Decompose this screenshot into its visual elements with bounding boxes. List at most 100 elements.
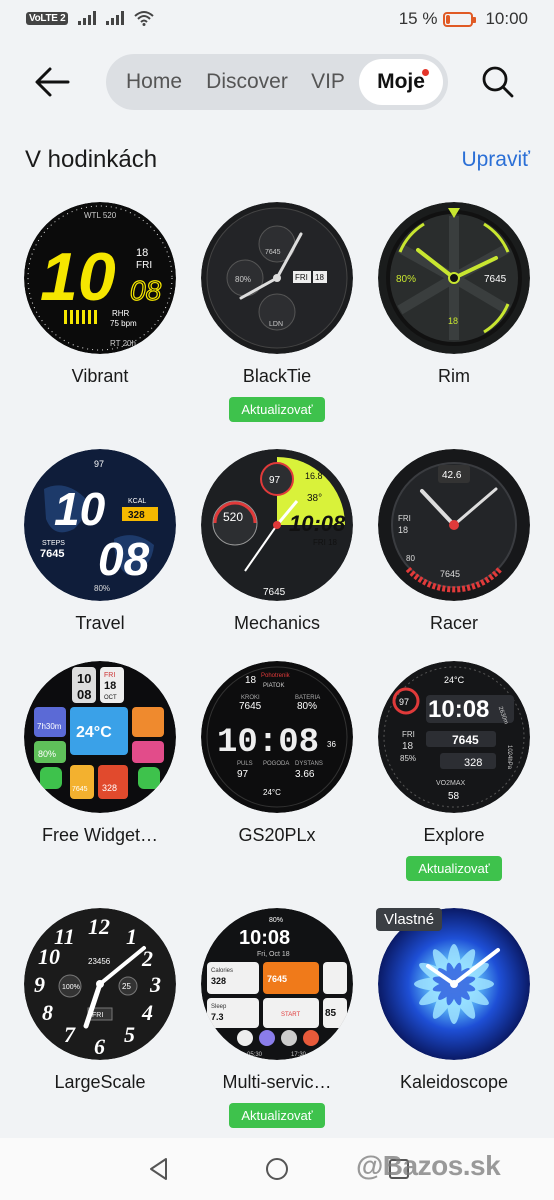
watermark: @Bazos.sk <box>356 1150 501 1181</box>
svg-text:7645: 7645 <box>484 274 507 285</box>
svg-text:328: 328 <box>102 783 117 793</box>
svg-text:STEPS: STEPS <box>42 540 65 547</box>
svg-text:7645: 7645 <box>72 786 88 793</box>
svg-text:08: 08 <box>98 533 150 585</box>
svg-text:FRI: FRI <box>398 514 411 523</box>
watchface-preview[interactable]: 80% 10:08 Fri, Oct 18 Calories 328 7645 … <box>201 908 353 1060</box>
svg-text:7645: 7645 <box>239 701 262 712</box>
triangle-back-icon[interactable] <box>146 1156 172 1182</box>
svg-text:Fri, Oct 18: Fri, Oct 18 <box>257 951 290 958</box>
weekday-text: FRI <box>136 260 152 271</box>
watchface-preview[interactable]: 97 16.8 38° 10:08 FRI 18 520 7645 <box>201 449 353 601</box>
watchface-card-free-widget[interactable]: 10 08 FRI 18 OCT 7h30m 24°C 80% 328 7645… <box>10 661 190 846</box>
svg-text:FRI: FRI <box>92 1012 103 1019</box>
watchface-card-racer[interactable]: 42.6 FRI 18 7645 80 Racer <box>364 449 544 634</box>
svg-text:7.3: 7.3 <box>211 1012 224 1022</box>
watchface-preview[interactable]: 18 Pohotrenik PIATOK KROKI 7645 BATERIA … <box>201 661 353 813</box>
svg-text:24°C: 24°C <box>76 724 112 741</box>
svg-text:7h30m: 7h30m <box>37 722 62 731</box>
update-button[interactable]: Aktualizovať <box>406 856 502 881</box>
svg-text:PIATOK: PIATOK <box>263 683 284 689</box>
svg-text:10:08: 10:08 <box>428 696 489 723</box>
tab-moje[interactable]: Moje <box>359 59 443 105</box>
distance-label: WTL 520 <box>84 211 117 220</box>
svg-text:3.66: 3.66 <box>295 769 315 780</box>
svg-text:10: 10 <box>54 483 106 535</box>
watchface-card-rim[interactable]: 80% 7645 18 Rim <box>364 202 544 387</box>
watchface-preview[interactable]: 7645 80% LDN FRI 18 <box>201 202 353 354</box>
svg-text:80%: 80% <box>94 584 110 593</box>
edit-button[interactable]: Upraviť <box>461 148 530 172</box>
svg-text:12: 12 <box>88 914 110 939</box>
watchface-card-explore[interactable]: 24°C 97 10:08 FRI 18 7645 85% 328 VO2MAX… <box>364 661 544 881</box>
search-icon[interactable] <box>478 62 518 102</box>
svg-text:OCT: OCT <box>104 695 117 701</box>
day-text: 18 <box>136 247 148 259</box>
watchface-preview[interactable]: 12 1 2 3 4 5 6 7 8 9 10 11 23456 100% 25 FRI <box>24 908 176 1060</box>
volte-indicator: VoLTE 2 <box>26 11 69 25</box>
watchface-preview[interactable]: 80% 7645 18 <box>378 202 530 354</box>
svg-text:18: 18 <box>245 675 257 686</box>
svg-text:1: 1 <box>126 924 137 949</box>
watchface-preview[interactable]: WTL 520 10 18 FRI 08 RHR 75 bpm RT 20h <box>24 202 176 354</box>
svg-text:Sleep: Sleep <box>211 1004 227 1010</box>
svg-text:97: 97 <box>399 697 409 707</box>
svg-text:10: 10 <box>77 671 91 686</box>
circle-home-icon[interactable] <box>264 1156 290 1182</box>
svg-text:16.8: 16.8 <box>305 471 323 481</box>
tab-vip[interactable]: VIP <box>297 59 359 105</box>
svg-text:POGODA: POGODA <box>263 761 289 767</box>
svg-text:80%: 80% <box>269 917 283 924</box>
svg-text:18: 18 <box>104 680 116 692</box>
watchface-preview[interactable]: 10 08 FRI 18 OCT 7h30m 24°C 80% 328 7645 <box>24 661 176 813</box>
watchface-card-gs20plx[interactable]: 18 Pohotrenik PIATOK KROKI 7645 BATERIA … <box>187 661 367 846</box>
watchface-card-largescale[interactable]: 12 1 2 3 4 5 6 7 8 9 10 11 23456 100% 25 FRI LargeS… <box>10 908 190 1093</box>
watchface-preview[interactable]: 24°C 97 10:08 FRI 18 7645 85% 328 VO2MAX… <box>378 661 530 813</box>
svg-text:38°: 38° <box>307 493 322 504</box>
wifi-icon <box>134 11 155 26</box>
watchface-name: Kaleidoscope <box>399 1072 509 1092</box>
svg-text:9: 9 <box>34 972 45 997</box>
watchface-name: Multi-servic… <box>222 1072 332 1092</box>
tab-discover[interactable]: Discover <box>197 59 297 105</box>
svg-text:11: 11 <box>54 924 75 949</box>
watchface-name: Racer <box>429 613 478 633</box>
watchface-card-blacktie[interactable]: 7645 80% LDN FRI 18 BlackTie Aktualizova… <box>187 202 367 422</box>
svg-text:RT 20h: RT 20h <box>110 339 136 348</box>
signal-icon <box>106 11 125 25</box>
svg-text:18: 18 <box>315 273 324 282</box>
watchface-card-vibrant[interactable]: WTL 520 10 18 FRI 08 RHR 75 bpm RT 20h V… <box>10 202 190 387</box>
watchface-name: Travel <box>75 613 125 633</box>
watchface-card-travel[interactable]: 97 10 08 KCAL 328 STEPS 7645 80% Travel <box>10 449 190 634</box>
update-button[interactable]: Aktualizovať <box>229 1103 325 1128</box>
notification-dot <box>422 69 429 76</box>
svg-text:97: 97 <box>269 475 281 486</box>
watchface-card-mechanics[interactable]: 97 16.8 38° 10:08 FRI 18 520 7645 Mechan… <box>187 449 367 634</box>
hour-text: 10 <box>40 239 116 315</box>
status-bar: VoLTE 2 15 % 10:00 <box>0 0 554 40</box>
svg-text:10:08: 10:08 <box>289 511 346 536</box>
svg-text:Pohotrenik: Pohotrenik <box>261 673 291 679</box>
svg-text:328: 328 <box>211 976 226 986</box>
svg-text:08: 08 <box>77 687 91 702</box>
watchface-card-multi-service[interactable]: 80% 10:08 Fri, Oct 18 Calories 328 7645 … <box>187 908 367 1128</box>
svg-text:80%: 80% <box>396 274 416 285</box>
svg-text:58: 58 <box>448 791 460 802</box>
watchface-preview[interactable]: 97 10 08 KCAL 328 STEPS 7645 80% <box>24 449 176 601</box>
watchface-card-kaleidoscope[interactable]: Vlastné Kaleidoscope <box>364 908 544 1093</box>
svg-text:42.6: 42.6 <box>442 470 462 481</box>
tab-home[interactable]: Home <box>111 59 197 105</box>
svg-text:80: 80 <box>406 554 415 563</box>
arrow-left-icon[interactable] <box>30 62 74 102</box>
svg-text:18: 18 <box>402 741 414 752</box>
svg-text:97: 97 <box>94 459 104 469</box>
watchface-name: Vibrant <box>71 366 129 386</box>
update-button[interactable]: Aktualizovať <box>229 397 325 422</box>
svg-text:10:08: 10:08 <box>239 927 290 949</box>
svg-text:80%: 80% <box>297 701 317 712</box>
custom-badge: Vlastné <box>376 908 443 931</box>
svg-text:PULS: PULS <box>237 761 253 767</box>
watchface-preview[interactable]: 42.6 FRI 18 7645 80 <box>378 449 530 601</box>
svg-text:1024hPa: 1024hPa <box>506 745 512 770</box>
svg-text:7: 7 <box>64 1022 76 1047</box>
